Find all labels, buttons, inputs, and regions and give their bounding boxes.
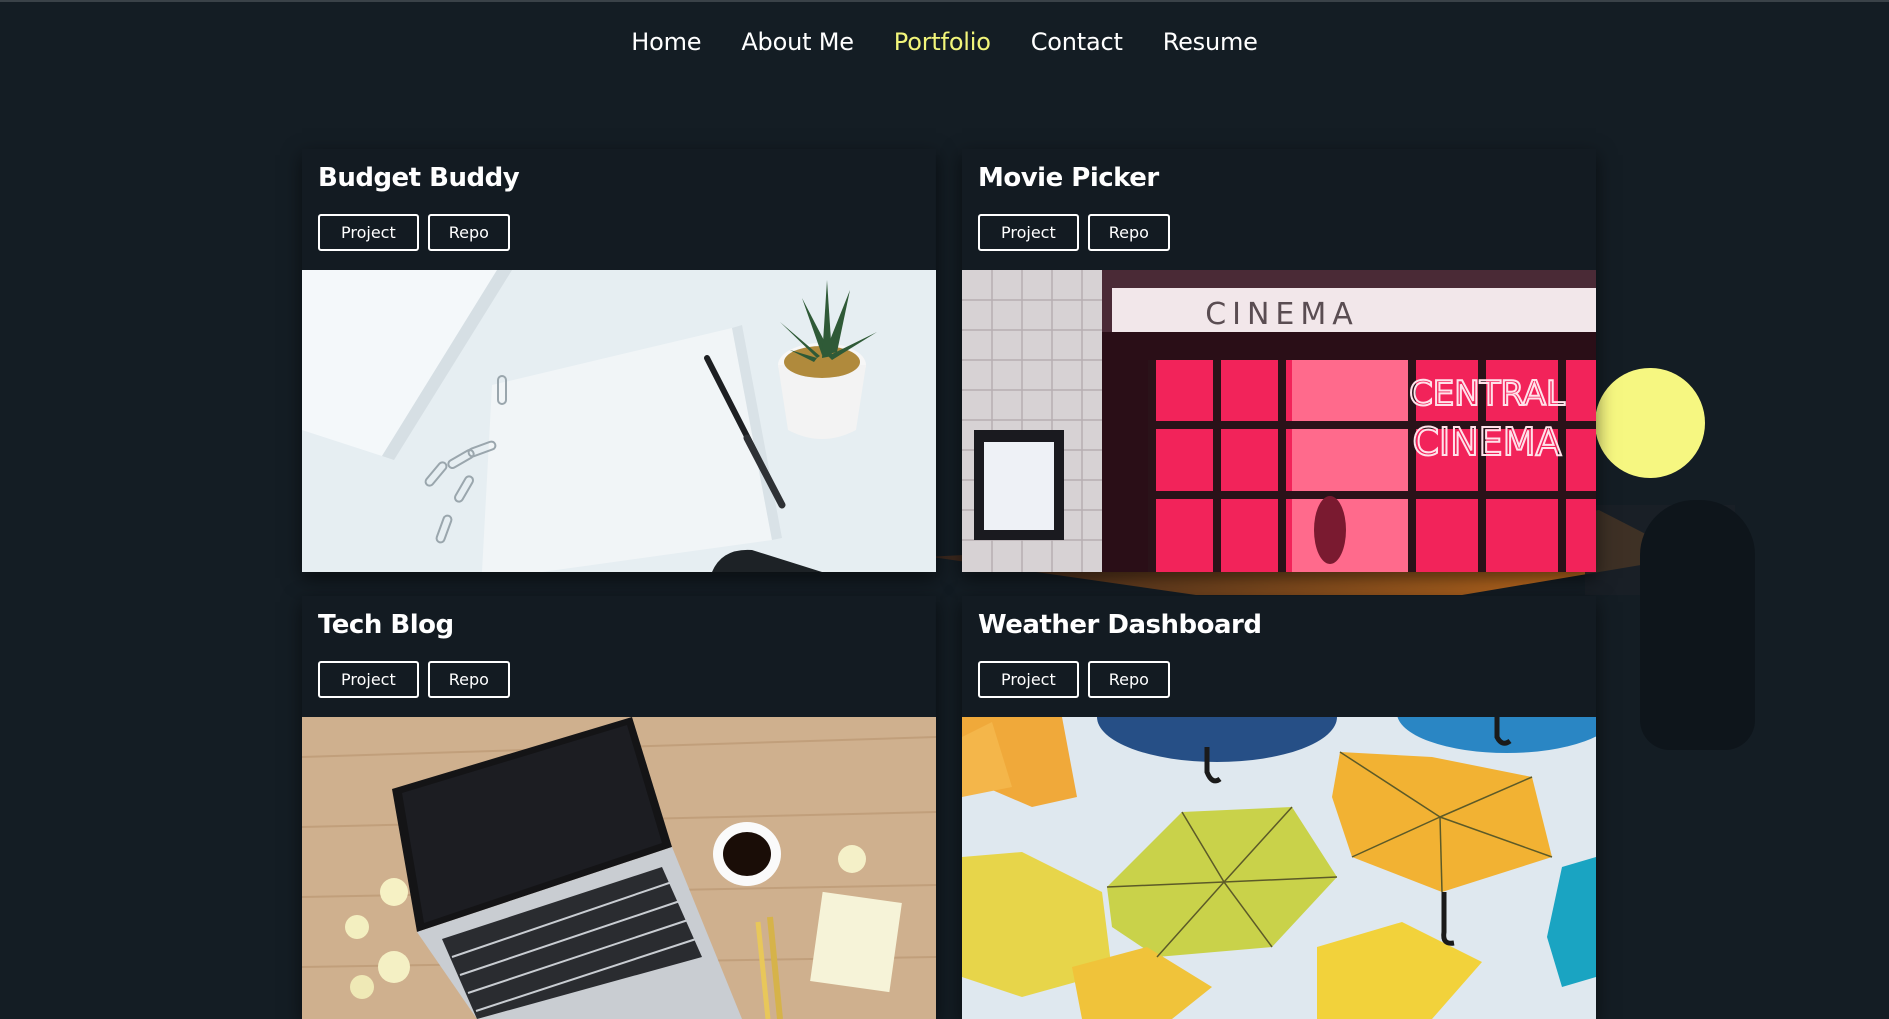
project-button[interactable]: Project bbox=[978, 661, 1079, 698]
project-links: Project Repo bbox=[318, 661, 510, 698]
nav-home-link[interactable]: Home bbox=[631, 28, 701, 56]
project-title: Weather Dashboard bbox=[978, 610, 1262, 640]
repo-button[interactable]: Repo bbox=[427, 661, 510, 698]
main-nav: Home About Me Portfolio Contact Resume bbox=[0, 28, 1889, 56]
project-title: Tech Blog bbox=[318, 610, 454, 640]
project-button[interactable]: Project bbox=[318, 661, 419, 698]
portfolio-grid: Budget Buddy Project Repo Movie Picker P… bbox=[302, 149, 1596, 1019]
decorative-sun-circle bbox=[1595, 368, 1705, 478]
project-links: Project Repo bbox=[978, 214, 1170, 251]
nav-portfolio-link[interactable]: Portfolio bbox=[894, 28, 991, 56]
repo-button[interactable]: Repo bbox=[427, 214, 510, 251]
repo-button[interactable]: Repo bbox=[1087, 661, 1170, 698]
nav-resume-link[interactable]: Resume bbox=[1163, 28, 1258, 56]
decorative-cylinder bbox=[1640, 500, 1755, 750]
project-card-weather-dashboard: Weather Dashboard Project Repo bbox=[962, 596, 1596, 1019]
nav-contact-link[interactable]: Contact bbox=[1031, 28, 1123, 56]
project-image-umbrellas[interactable] bbox=[962, 717, 1596, 1019]
project-button[interactable]: Project bbox=[318, 214, 419, 251]
project-image-cinema[interactable]: CINEMA CENTRAL CINEMA bbox=[962, 270, 1596, 572]
project-title: Budget Buddy bbox=[318, 163, 520, 193]
project-card-tech-blog: Tech Blog Project Repo bbox=[302, 596, 936, 1019]
project-button[interactable]: Project bbox=[978, 214, 1079, 251]
central-neon-text: CENTRAL bbox=[1409, 374, 1565, 414]
nav-about-link[interactable]: About Me bbox=[741, 28, 854, 56]
project-links: Project Repo bbox=[318, 214, 510, 251]
cinema-sign-text: CINEMA bbox=[1205, 297, 1359, 332]
cinema-neon-text: CINEMA bbox=[1413, 420, 1562, 464]
project-image-desk-papers[interactable] bbox=[302, 270, 936, 572]
window-top-border bbox=[0, 0, 1889, 2]
project-title: Movie Picker bbox=[978, 163, 1159, 193]
repo-button[interactable]: Repo bbox=[1087, 214, 1170, 251]
project-links: Project Repo bbox=[978, 661, 1170, 698]
project-image-laptop-desk[interactable] bbox=[302, 717, 936, 1019]
project-card-movie-picker: Movie Picker Project Repo CINEMA CENTRAL… bbox=[962, 149, 1596, 572]
project-card-budget-buddy: Budget Buddy Project Repo bbox=[302, 149, 936, 572]
